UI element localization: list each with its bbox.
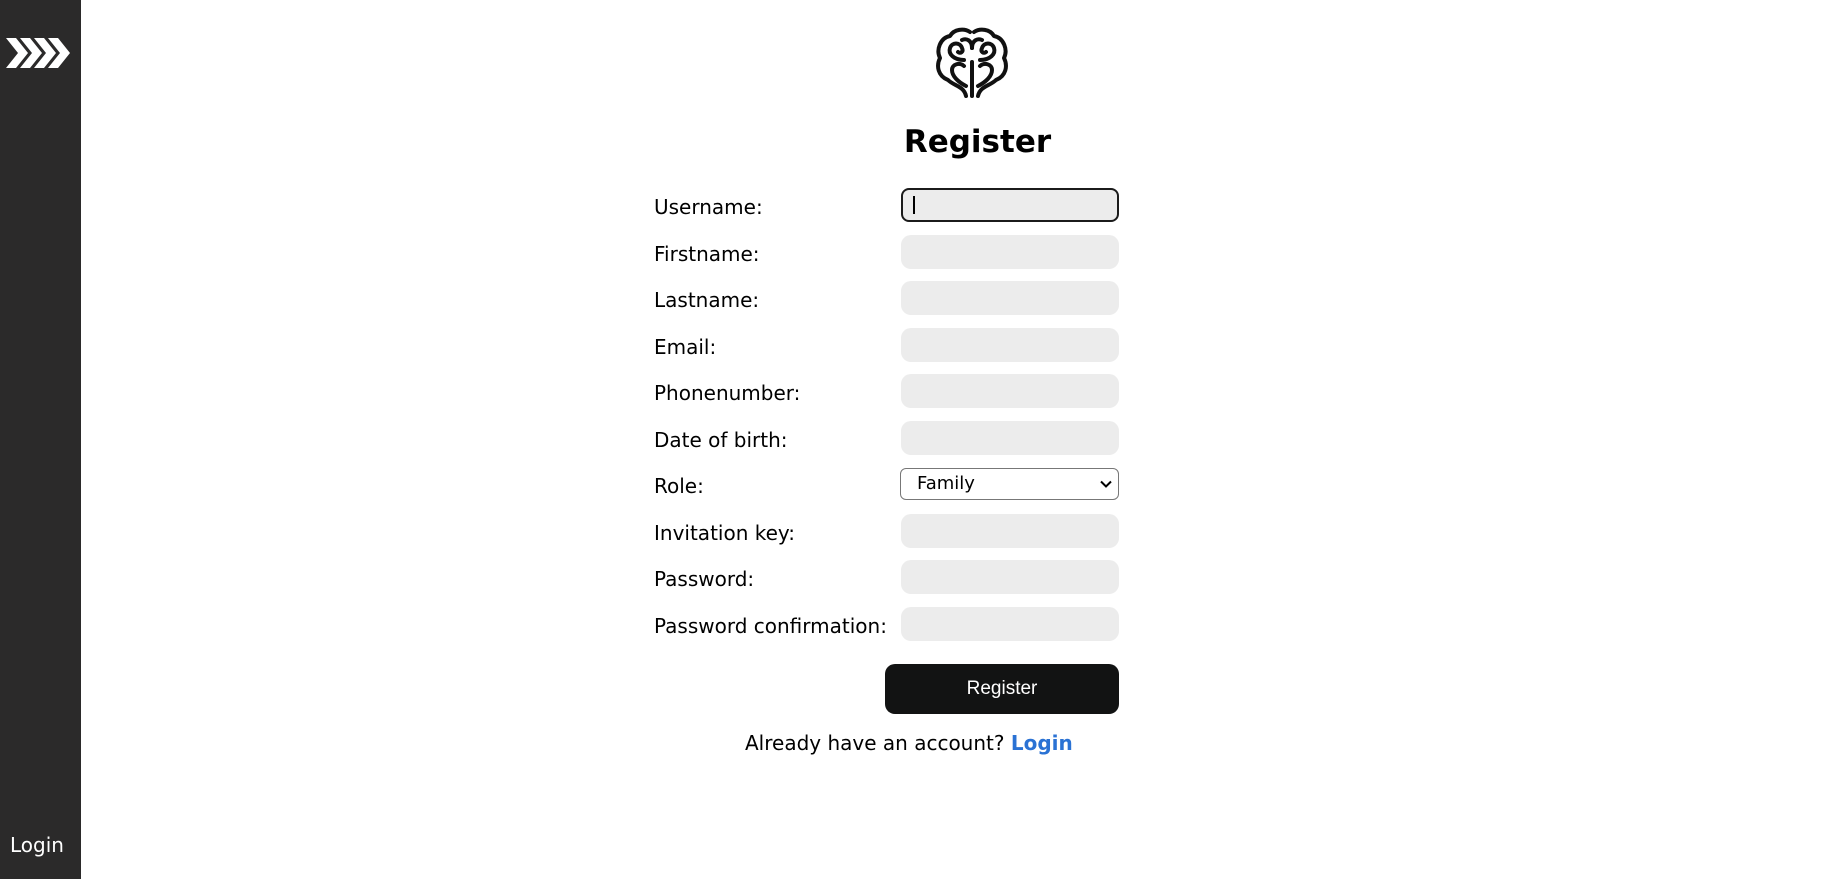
email-input[interactable] [901,327,1119,362]
date-of-birth-input[interactable] [901,420,1119,455]
lastname-input[interactable] [901,281,1119,315]
form-row-password: Password: [654,560,1200,607]
form-row-firstname: Firstname: [654,234,1200,282]
firstname-input[interactable] [901,234,1119,269]
form-row-email: Email: [654,327,1200,375]
main-content: Register Username: Firstname: Lastname: … [81,0,1848,879]
register-form: Username: Firstname: Lastname: Email: Ph… [654,188,1200,653]
expand-sidebar-button[interactable] [6,36,70,70]
form-row-username: Username: [654,188,1200,235]
form-row-password-confirmation: Password confirmation: [654,606,1200,654]
login-prompt-label: Already have an account? [745,731,1005,755]
form-row-invitation-key: Invitation key: [654,513,1200,561]
password-input[interactable] [901,560,1119,594]
form-row-lastname: Lastname: [654,281,1200,328]
username-label: Username: [654,195,763,219]
register-button[interactable]: Register [885,664,1119,714]
form-row-phonenumber: Phonenumber: [654,374,1200,421]
invitation-key-label: Invitation key: [654,520,796,545]
invitation-key-input[interactable] [901,513,1119,548]
firstname-label: Firstname: [654,241,760,266]
password-label: Password: [654,567,755,591]
password-confirmation-input[interactable] [901,606,1119,641]
form-row-role: Role: Family [654,467,1200,514]
lastname-label: Lastname: [654,288,760,312]
username-input[interactable] [901,188,1119,222]
phonenumber-input[interactable] [901,374,1119,408]
role-selected-value: Family [917,473,975,494]
chevrons-right-icon [6,38,70,68]
phonenumber-label: Phonenumber: [654,381,801,405]
login-link[interactable]: Login [1011,731,1073,755]
date-of-birth-label: Date of birth: [654,427,788,452]
sidebar: Login [0,0,81,879]
password-confirmation-label: Password confirmation: [654,613,887,638]
role-label: Role: [654,474,704,498]
email-label: Email: [654,334,717,359]
sidebar-login-link[interactable]: Login [0,833,74,857]
login-prompt-text: Already have an account? Login [745,731,1073,755]
role-select[interactable]: Family [900,468,1119,500]
text-caret [913,196,915,214]
chevron-down-icon [1100,480,1112,488]
form-row-date-of-birth: Date of birth: [654,420,1200,468]
brain-icon [936,27,1008,98]
page-title: Register [903,124,1052,160]
